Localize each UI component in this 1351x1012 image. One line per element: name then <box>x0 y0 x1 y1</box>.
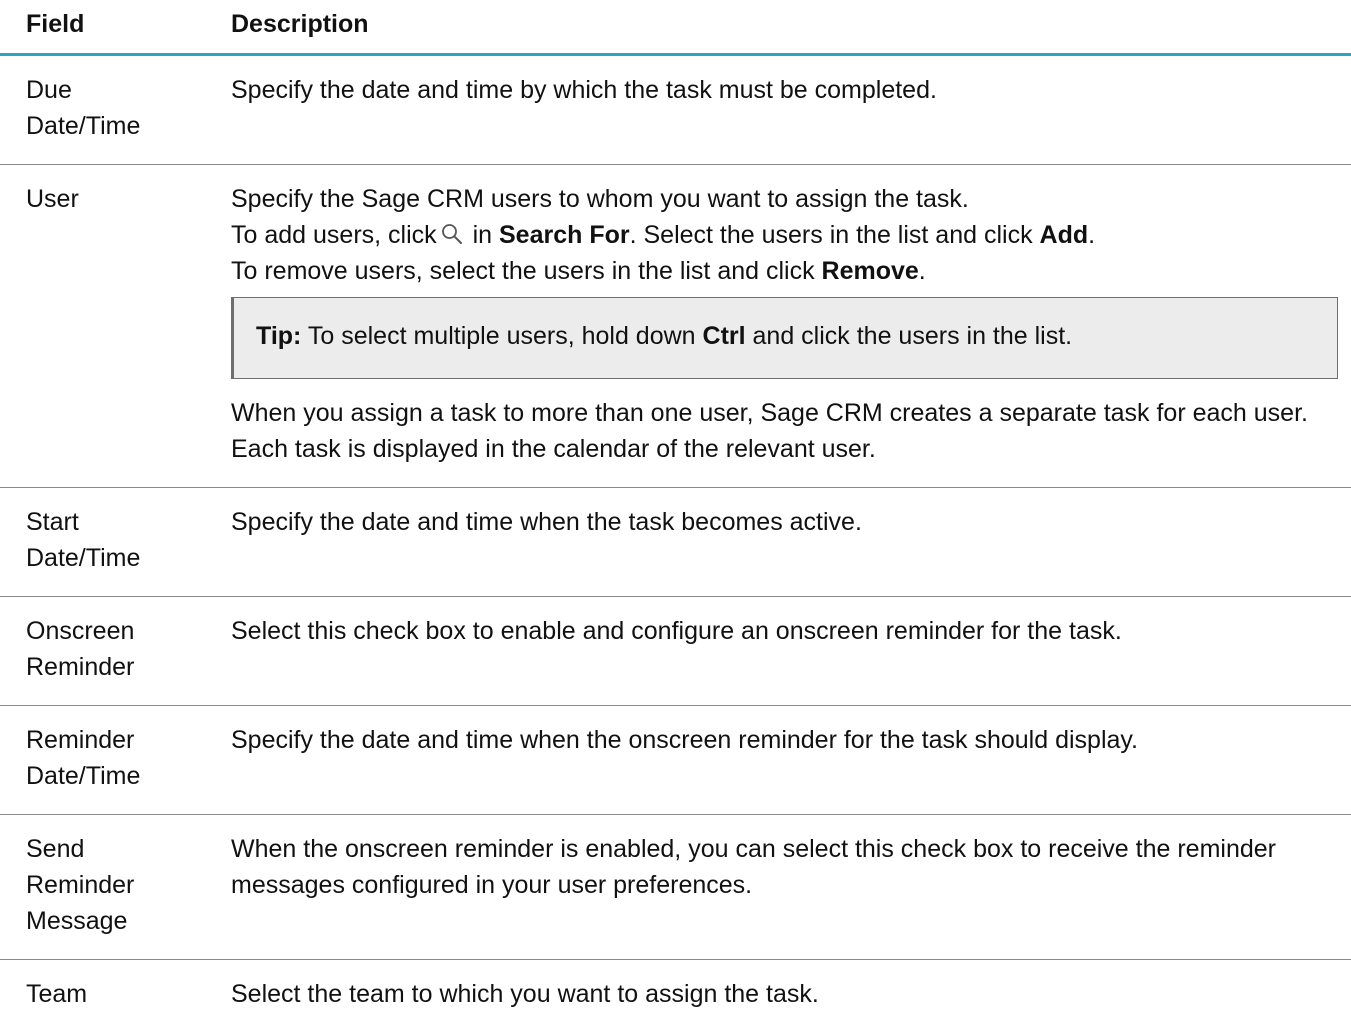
description-text: Select this check box to enable and conf… <box>231 617 1122 645</box>
text-fragment: . <box>918 257 926 285</box>
description-text-remove-users: To remove users, select the users in the… <box>231 253 1337 289</box>
field-description: Specify the Sage CRM users to whom you w… <box>205 165 1351 487</box>
field-description-table: Field Description Due Date/Time Specify … <box>0 0 1351 1012</box>
field-name: Due Date/Time <box>0 56 205 164</box>
text-fragment: To select multiple users, hold down <box>301 322 703 350</box>
field-name: Team <box>0 960 205 1012</box>
search-icon <box>441 224 462 244</box>
description-text: Specify the date and time by which the t… <box>231 76 937 104</box>
field-name: Reminder Date/Time <box>0 706 205 814</box>
field-name-line: Date/Time <box>26 544 141 572</box>
field-name-line: Send <box>26 835 85 863</box>
table-row: User Specify the Sage CRM users to whom … <box>0 165 1351 488</box>
field-column-header: Field <box>26 10 85 38</box>
description-text: Specify the date and time when the onscr… <box>231 726 1138 754</box>
field-description: Specify the date and time by which the t… <box>205 56 1351 164</box>
description-text: Specify the Sage CRM users to whom you w… <box>231 185 969 213</box>
field-description: When the onscreen reminder is enabled, y… <box>205 815 1351 959</box>
field-name-line: Reminder <box>26 726 135 754</box>
ui-term-remove: Remove <box>821 257 919 285</box>
table-row: Due Date/Time Specify the date and time … <box>0 56 1351 165</box>
field-name: Start Date/Time <box>0 488 205 596</box>
field-name-line: Due <box>26 76 72 104</box>
description-text-add-users: To add users, click in Search For. Selec… <box>231 217 1337 253</box>
text-fragment: To add users, click <box>231 221 437 249</box>
field-name-line: User <box>26 185 79 213</box>
field-name-line: Date/Time <box>26 762 141 790</box>
field-name-line: Start <box>26 508 79 536</box>
field-name-line: Message <box>26 907 128 935</box>
table-row: Send Reminder Message When the onscreen … <box>0 815 1351 960</box>
tip-label: Tip: <box>256 322 302 350</box>
table-header-row: Field Description <box>0 0 1351 56</box>
field-name: Onscreen Reminder <box>0 597 205 705</box>
text-fragment: in <box>465 221 499 249</box>
field-description: Specify the date and time when the task … <box>205 488 1351 596</box>
description-column-header: Description <box>231 10 369 38</box>
ui-term-add: Add <box>1039 221 1089 249</box>
text-fragment: . Select the users in the list and click <box>629 221 1040 249</box>
table-row: Reminder Date/Time Specify the date and … <box>0 706 1351 815</box>
ui-term-ctrl: Ctrl <box>702 322 746 350</box>
field-name-line: Onscreen <box>26 617 135 645</box>
table-row: Team Select the team to which you want t… <box>0 960 1351 1012</box>
tip-callout: Tip: To select multiple users, hold down… <box>231 297 1338 379</box>
description-text: Select the team to which you want to ass… <box>231 980 819 1008</box>
field-name-line: Date/Time <box>26 112 141 140</box>
field-name-line: Reminder <box>26 653 135 681</box>
text-fragment: and click the users in the list. <box>745 322 1073 350</box>
field-name: User <box>0 165 205 487</box>
field-name-line: Reminder <box>26 871 135 899</box>
field-name-line: Team <box>26 980 88 1008</box>
table-row: Start Date/Time Specify the date and tim… <box>0 488 1351 597</box>
field-description: Select this check box to enable and conf… <box>205 597 1351 705</box>
field-description: Select the team to which you want to ass… <box>205 960 1351 1012</box>
description-text: Specify the date and time when the task … <box>231 508 862 536</box>
field-name: Send Reminder Message <box>0 815 205 959</box>
ui-term-search-for: Search For <box>499 221 630 249</box>
description-text: When the onscreen reminder is enabled, y… <box>231 835 1276 899</box>
description-text: When you assign a task to more than one … <box>231 399 1308 463</box>
field-description: Specify the date and time when the onscr… <box>205 706 1351 814</box>
table-row: Onscreen Reminder Select this check box … <box>0 597 1351 706</box>
text-fragment: To remove users, select the users in the… <box>231 257 822 285</box>
text-fragment: . <box>1088 221 1096 249</box>
